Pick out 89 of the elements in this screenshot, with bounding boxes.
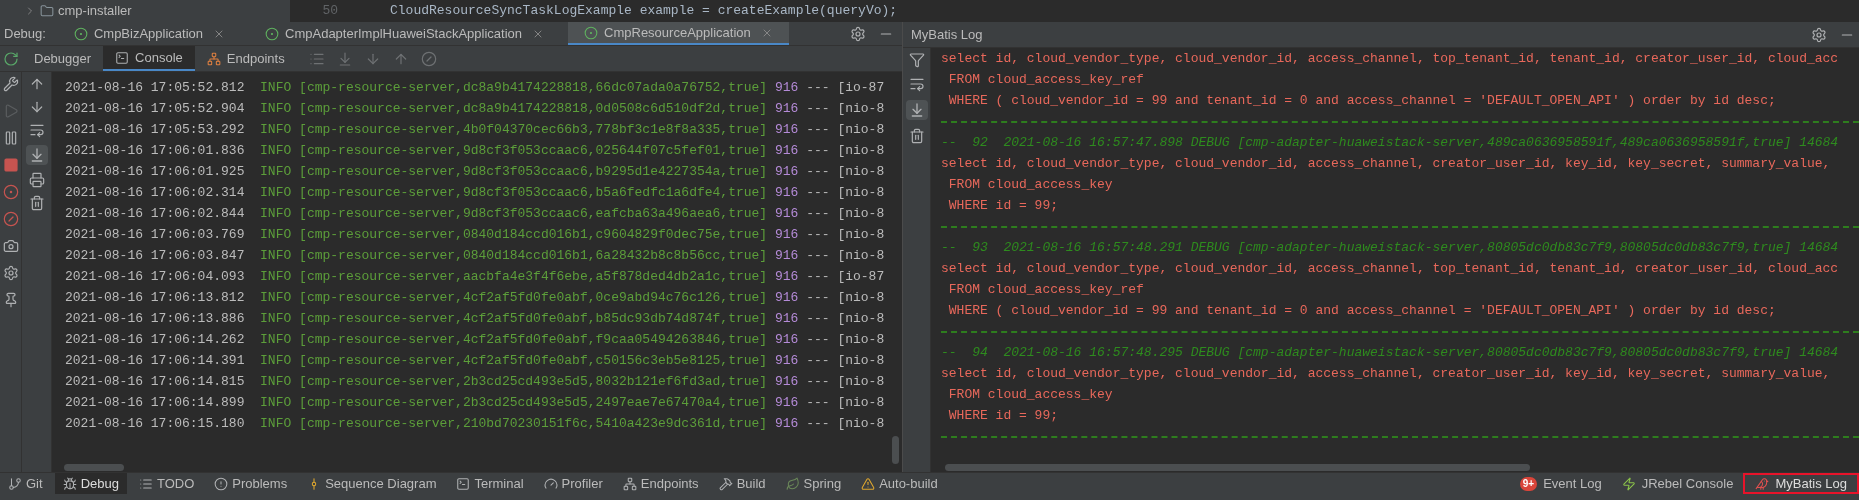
tool-window-button[interactable]: Git xyxy=(0,473,51,494)
log-line: 2021-08-16 17:05:53.292 INFO [cmp-resource-server,4b0f04370cec66b3,778bf3c1e8f8a335,true] 916 --- [nio-8 xyxy=(65,121,885,139)
folder-icon xyxy=(40,4,54,18)
terminal-icon xyxy=(456,476,471,491)
tool-window-button[interactable]: Debug xyxy=(54,473,127,494)
scroll-to-end-toggle[interactable] xyxy=(905,100,928,120)
tool-window-button[interactable]: JRebel Console xyxy=(1611,473,1744,494)
filter-icon[interactable] xyxy=(908,52,925,68)
rerun-icon[interactable] xyxy=(3,50,19,67)
sub-tab[interactable]: Console xyxy=(103,46,195,71)
bird-icon xyxy=(1755,476,1770,491)
sql-line: WHERE ( cloud_vendor_id = 99 and tenant_id = 0 and access_channel = 'DEFAULT_OPEN_API' ) order by id desc; xyxy=(947,302,1776,320)
sub-tab[interactable]: Debugger xyxy=(22,46,104,71)
log-line: 2021-08-16 17:06:14.899 INFO [cmp-resource-server,2b3cd25cd493e5d5,2497eae7e67470a4,true] 916 --- [nio-8 xyxy=(65,394,885,412)
sql-line: FROM cloud_access_key xyxy=(947,176,1113,194)
log-line: 2021-08-16 17:06:03.769 INFO [cmp-resource-server,0840d184ccd016b1,c9604829f0dec75e,true] 916 --- [nio-8 xyxy=(65,226,885,244)
sql-line: select id, cloud_vendor_type, cloud_vendor_id, access_channel, top_tenant_id, tenant_id, creator_user_id, cloud_acc xyxy=(941,50,1839,68)
log-line: 2021-08-16 17:06:13.812 INFO [cmp-resource-server,4cf2af5fd0fe0abf,0ce9abd94c76c126,true] 916 --- [nio-8 xyxy=(65,289,885,307)
wrap-icon[interactable] xyxy=(908,76,925,92)
log-line: 2021-08-16 17:05:52.812 INFO [cmp-resource-server,dc8a9b4174228818,66dc07ada0a76752,true] 916 --- [io-87 xyxy=(65,79,885,97)
hammer-icon xyxy=(718,476,733,491)
log-header-line: -- 94 2021-08-16 16:57:48.295 DEBUG [cmp-adapter-huaweistack-server,80805dc0db83c7f9,80805dc0db83c7f9,true] 14684 xyxy=(941,344,1839,362)
run-tab[interactable]: CmpResourceApplication xyxy=(568,22,789,45)
sql-line: select id, cloud_vendor_type, cloud_vendor_id, access_channel, top_tenant_id, tenant_id, creator_user_id, cloud_acc xyxy=(941,260,1839,278)
trash-icon[interactable] xyxy=(908,128,925,144)
sql-line: FROM cloud_access_key_ref xyxy=(947,281,1144,299)
log-line: 2021-08-16 17:06:02.314 INFO [cmp-resource-server,9d8cf3f053ccaac6,b5a6fedfc1a6dfe4,true] 916 --- [nio-8 xyxy=(65,184,885,202)
settings-icon[interactable] xyxy=(2,265,19,281)
vertical-scrollbar[interactable] xyxy=(892,436,899,464)
log-header-line: -- 92 2021-08-16 16:57:47.898 DEBUG [cmp-adapter-huaweistack-server,489ca0636958591f,489ca0636958591f,true] 14684 xyxy=(941,134,1839,152)
tool-window-button[interactable]: Auto-build xyxy=(853,473,946,494)
tool-window-button[interactable]: MyBatis Log xyxy=(1743,473,1859,494)
log-line: 2021-08-16 17:06:15.180 INFO [cmp-resource-server,210bd70230151f6c,5410a423e9dc361d,true] 916 --- [nio-8 xyxy=(65,415,885,433)
sql-line: FROM cloud_access_key_ref xyxy=(947,71,1144,89)
alert-icon xyxy=(214,476,229,491)
warning-icon xyxy=(861,476,876,491)
settings-icon[interactable] xyxy=(1811,26,1827,43)
endpoints-icon xyxy=(622,476,637,491)
log-line: 2021-08-16 17:06:14.262 INFO [cmp-resource-server,4cf2af5fd0fe0abf,f9caa05494263846,true] 916 --- [nio-8 xyxy=(65,331,885,349)
sql-line: WHERE ( cloud_vendor_id = 99 and tenant_id = 0 and access_channel = 'DEFAULT_OPEN_API' ) order by id desc; xyxy=(947,92,1776,110)
sql-line: WHERE id = 99; xyxy=(947,407,1059,425)
tool-window-button[interactable]: Profiler xyxy=(535,473,611,494)
sql-line: WHERE id = 99; xyxy=(947,197,1059,215)
log-line: 2021-08-16 17:06:04.093 INFO [cmp-resource-server,aacbfa4e3f4f6ebe,a5f878ded4db2a1c,true] 916 --- [io-87 xyxy=(65,268,885,286)
branch-icon xyxy=(8,476,22,491)
log-header-line: -- 93 2021-08-16 16:57:48.291 DEBUG [cmp-adapter-huaweistack-server,80805dc0db83c7f9,80805dc0db83c7f9,true] 14684 xyxy=(941,239,1839,257)
run-tab[interactable]: CmpAdapterImplHuaweiStackApplication xyxy=(249,22,561,45)
tool-window-button[interactable]: Build xyxy=(710,473,774,494)
wrap-icon[interactable] xyxy=(28,122,45,138)
line-number: 50 xyxy=(321,2,339,21)
log-line: 2021-08-16 17:06:01.836 INFO [cmp-resource-server,9d8cf3f053ccaac6,025644f07c5fef01,true] 916 --- [nio-8 xyxy=(65,142,885,160)
sql-line: select id, cloud_vendor_type, cloud_vendor_id, access_channel, creator_user_id, key_id, key_secret, summary_value, xyxy=(941,155,1831,173)
gauge-icon xyxy=(543,476,558,491)
tool-window-button[interactable]: TODO xyxy=(130,473,203,494)
log-line: 2021-08-16 17:06:01.925 INFO [cmp-resource-server,9d8cf3f053ccaac6,b9295d1e4227354a,true] 916 --- [nio-8 xyxy=(65,163,885,181)
bug-icon xyxy=(62,476,77,491)
log-line: 2021-08-16 17:06:14.815 INFO [cmp-resource-server,2b3cd25cd493e5d5,8032b121ef6fd3ad,true] 916 --- [nio-8 xyxy=(65,373,885,391)
tool-window-button[interactable]: Sequence Diagram xyxy=(299,473,445,494)
panel-title: MyBatis Log xyxy=(910,25,984,44)
endpoints-icon xyxy=(206,51,221,66)
log-line: 2021-08-16 17:06:13.886 INFO [cmp-resource-server,4cf2af5fd0fe0abf,b85dc93db74d874f,true] 916 --- [nio-8 xyxy=(65,310,885,328)
tool-window-button[interactable]: 9+ Event Log xyxy=(1509,473,1612,494)
code-line: CloudResourceSyncTaskLogExample example = createExample(queryVo); xyxy=(389,2,898,21)
trash-icon[interactable] xyxy=(28,195,45,211)
console-icon xyxy=(115,50,130,65)
log-line: 2021-08-16 17:05:52.904 INFO [cmp-resource-server,dc8a9b4174228818,0d0508c6d510df2d,true] 916 --- [nio-8 xyxy=(65,100,885,118)
log-line: 2021-08-16 17:06:14.391 INFO [cmp-resource-server,4cf2af5fd0fe0abf,c50156c3eb5e8125,true] 916 --- [nio-8 xyxy=(65,352,885,370)
tool-window-button[interactable]: Spring xyxy=(777,473,850,494)
horizontal-scrollbar[interactable] xyxy=(945,463,1530,471)
sql-line: FROM cloud_access_key xyxy=(947,386,1113,404)
tool-window-button[interactable]: Endpoints xyxy=(614,473,707,494)
panel-label: Debug: xyxy=(3,24,47,43)
camera-icon[interactable] xyxy=(2,238,19,254)
log-line: 2021-08-16 17:06:02.844 INFO [cmp-resource-server,9d8cf3f053ccaac6,eafcba63a496aea6,true] 916 --- [nio-8 xyxy=(65,205,885,223)
tool-window-button[interactable]: Terminal xyxy=(448,473,532,494)
scroll-to-end-toggle[interactable] xyxy=(25,145,48,165)
run-tab[interactable]: CmpBizApplication xyxy=(57,22,242,45)
bolt-icon xyxy=(1621,476,1636,491)
tool-window-button[interactable]: Problems xyxy=(206,473,296,494)
list-icon xyxy=(138,476,153,491)
print-icon[interactable] xyxy=(28,172,45,188)
log-line: 2021-08-16 17:06:03.847 INFO [cmp-resource-server,0840d184ccd016b1,6a28432b8c8b56cc,true] 916 --- [nio-8 xyxy=(65,247,885,265)
leaf-icon xyxy=(785,476,800,491)
stop-icon[interactable] xyxy=(2,157,19,173)
settings-icon[interactable] xyxy=(850,25,866,42)
sub-tab[interactable]: Endpoints xyxy=(194,46,297,71)
horizontal-scrollbar[interactable] xyxy=(64,463,124,471)
wrench-icon[interactable] xyxy=(2,76,19,92)
sql-line: select id, cloud_vendor_type, cloud_vendor_id, access_channel, creator_user_id, key_id, key_secret, summary_value, xyxy=(941,365,1831,383)
